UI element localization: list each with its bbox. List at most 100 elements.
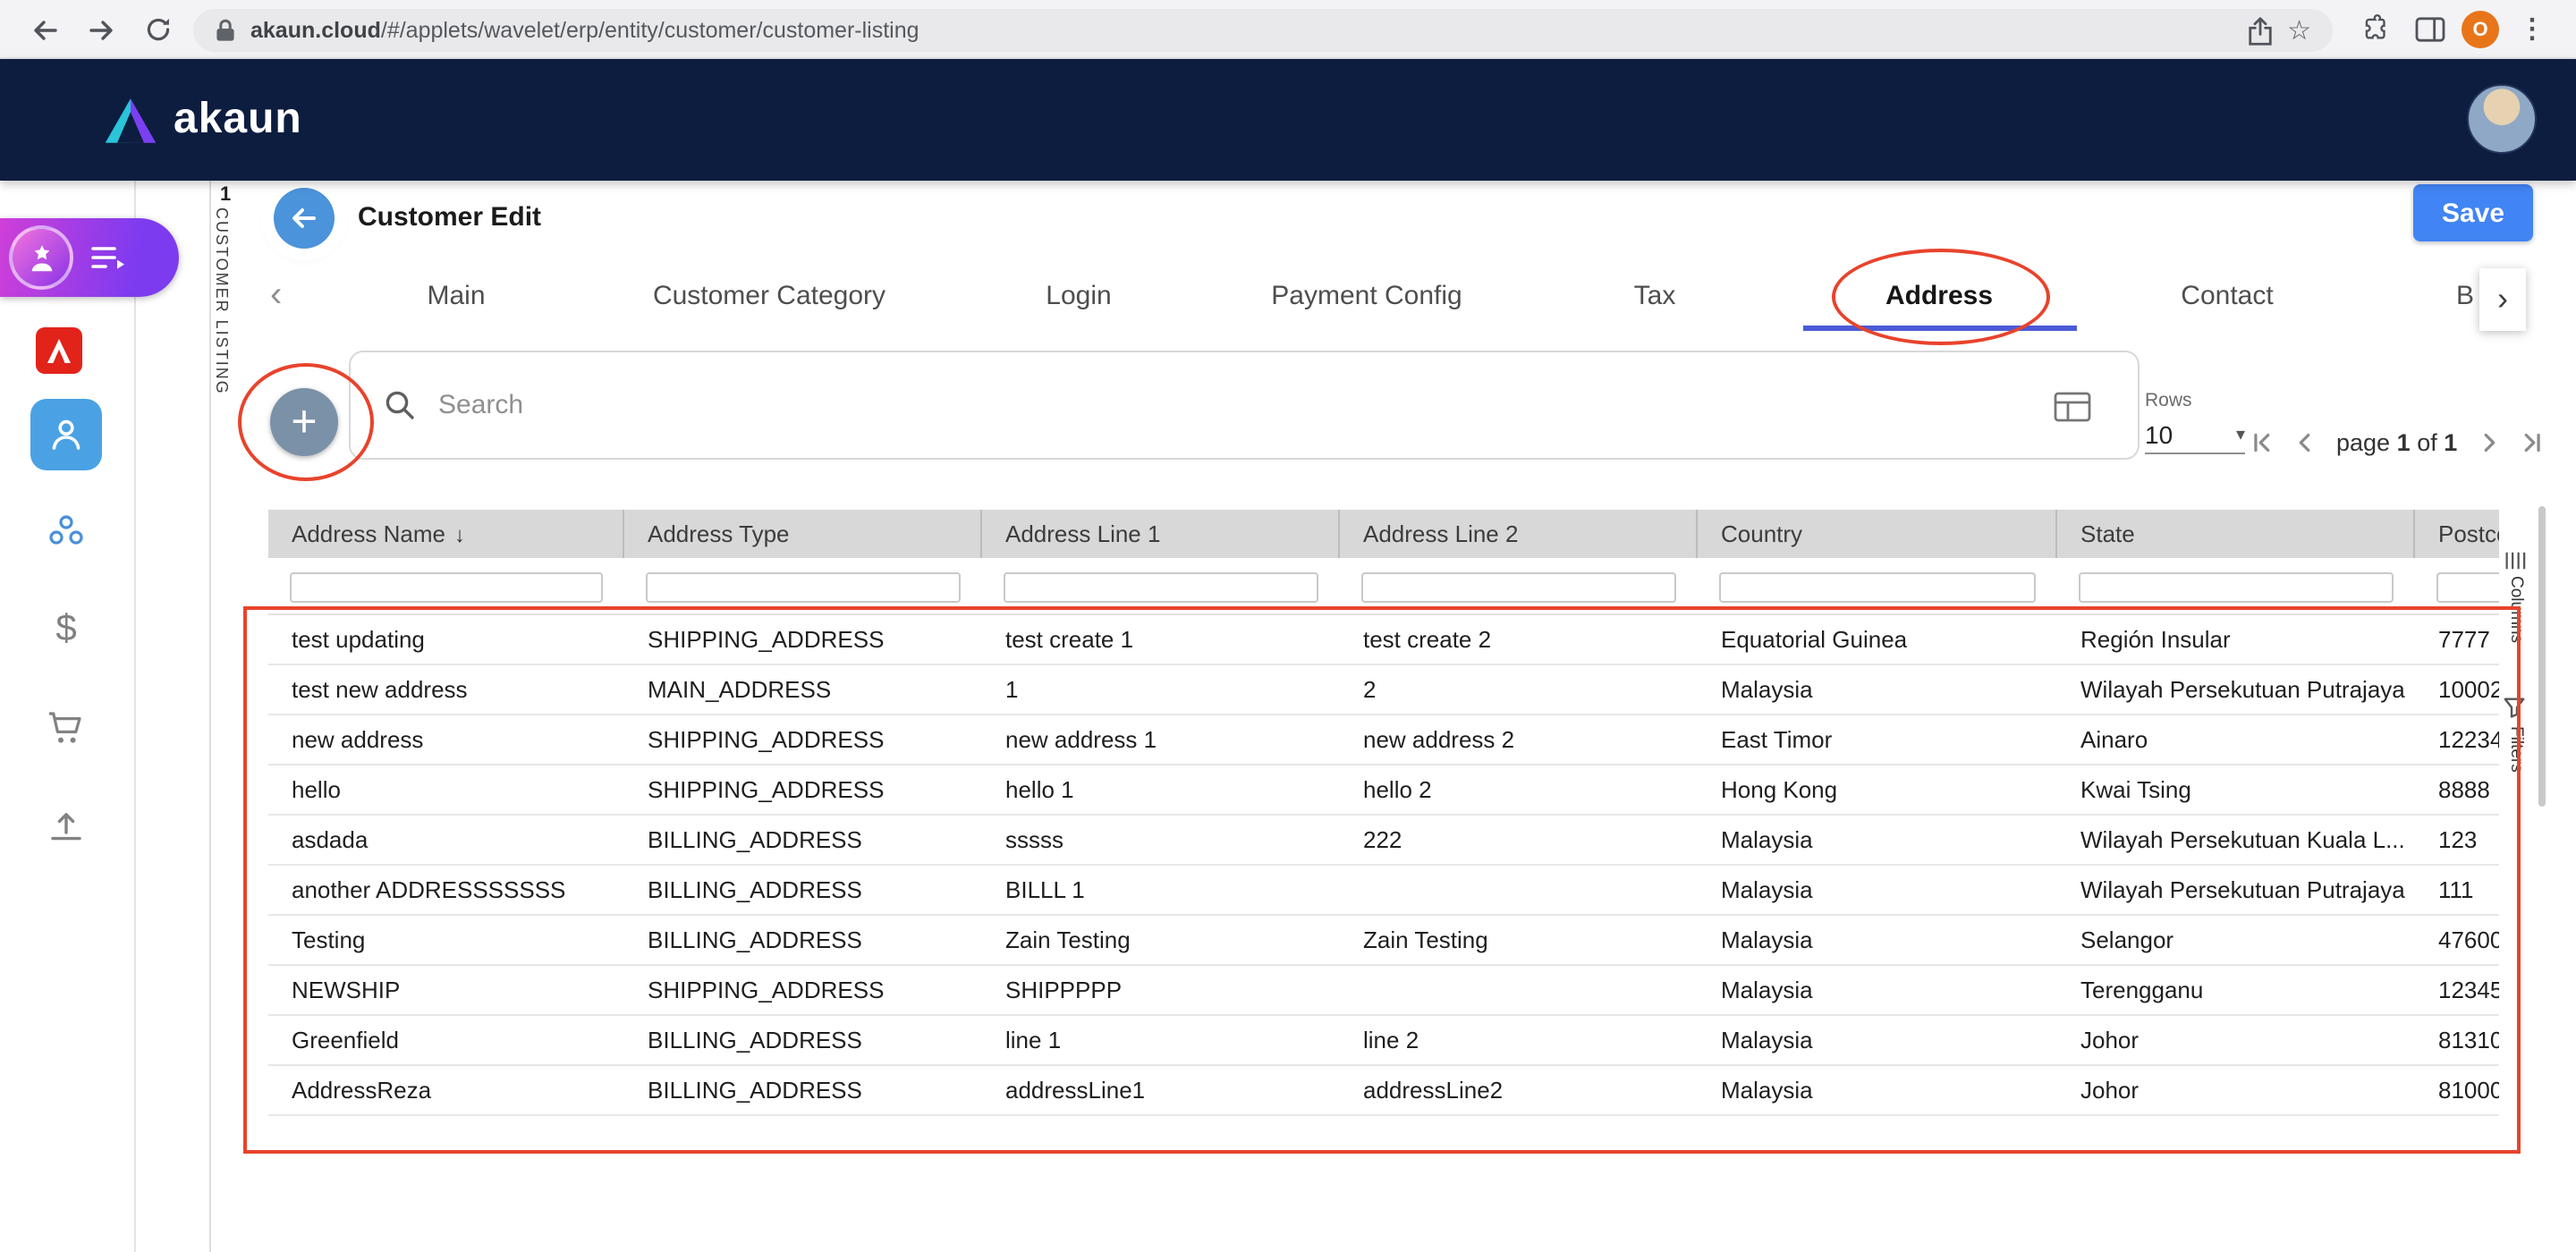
table-row[interactable]: new addressSHIPPING_ADDRESSnew address 1…: [268, 715, 2499, 766]
tab-customer-category[interactable]: Customer Category: [653, 281, 886, 311]
overflow-menu-icon: ⋮: [2519, 16, 2546, 43]
tab-address[interactable]: Address: [1885, 281, 1993, 311]
user-avatar[interactable]: [2467, 84, 2537, 154]
table-cell: NEWSHIP: [268, 966, 624, 1014]
sidebar-item-group[interactable]: [45, 510, 88, 553]
group-icon: [45, 510, 88, 553]
filter-cell: [1340, 558, 1698, 613]
column-header[interactable]: State: [2057, 510, 2415, 558]
browser-reload-button[interactable]: [140, 11, 177, 48]
sidebar-item-upload[interactable]: [45, 805, 88, 848]
table-cell: Zain Testing: [1340, 916, 1698, 964]
table-cell: SHIPPING_ADDRESS: [624, 615, 982, 664]
columns-panel-label[interactable]: Columns: [2506, 576, 2526, 643]
tab-login[interactable]: Login: [1046, 281, 1111, 311]
table-row[interactable]: test new addressMAIN_ADDRESS12MalaysiaWi…: [268, 665, 2499, 715]
sidebar-item-customer[interactable]: [30, 399, 102, 470]
share-button[interactable]: [2246, 15, 2273, 46]
side-panel-icon: [2415, 16, 2445, 43]
back-button[interactable]: [274, 188, 335, 249]
table-view-toggle[interactable]: [2054, 392, 2091, 431]
table-row[interactable]: AddressRezaBILLING_ADDRESSaddressLine1ad…: [268, 1066, 2499, 1116]
table-row[interactable]: asdadaBILLING_ADDRESSsssss222MalaysiaWil…: [268, 816, 2499, 866]
sidebar-item-customer-applet[interactable]: [0, 218, 179, 297]
table-cell: Johor: [2057, 1066, 2415, 1114]
table-row[interactable]: GreenfieldBILLING_ADDRESSline 1line 2Mal…: [268, 1016, 2499, 1066]
table-cell: 12234: [2415, 715, 2499, 764]
tab-contact[interactable]: Contact: [2181, 281, 2273, 311]
bookmark-star-icon[interactable]: ☆: [2287, 17, 2311, 44]
tabs-scroll-right-button[interactable]: ›: [2479, 268, 2526, 331]
extensions-button[interactable]: [2358, 11, 2395, 48]
vertical-scrollbar[interactable]: [2538, 506, 2546, 807]
caret-down-icon: ▾: [2236, 425, 2245, 444]
table-cell: 2: [1340, 665, 1698, 714]
active-tab-underline: [1803, 326, 2077, 331]
column-filter-input[interactable]: [1004, 571, 1318, 602]
first-page-button[interactable]: [2247, 426, 2279, 458]
column-filter-input[interactable]: [290, 571, 603, 602]
table-row[interactable]: another ADDRESSSSSSSBILLING_ADDRESSBILLL…: [268, 866, 2499, 916]
sidebar-item-finance[interactable]: $: [45, 608, 88, 651]
filters-panel-toggle[interactable]: [2503, 696, 2526, 728]
column-filter-input[interactable]: [1361, 571, 1676, 602]
table-cell: 81000: [2415, 1066, 2499, 1114]
first-page-icon: [2248, 427, 2278, 457]
search-input[interactable]: [435, 388, 1902, 422]
save-button[interactable]: Save: [2413, 184, 2533, 241]
akaun-logo: akaun: [104, 95, 302, 145]
browser-forward-button[interactable]: [82, 11, 120, 48]
column-header[interactable]: Country: [1698, 510, 2057, 558]
table-cell: test create 1: [982, 615, 1340, 664]
app-header: akaun: [0, 59, 2576, 181]
sidebar-item-pdf[interactable]: [36, 327, 82, 374]
browser-back-button[interactable]: [25, 11, 63, 48]
add-address-button[interactable]: +: [270, 388, 338, 456]
rail-index: 1: [220, 184, 231, 206]
next-page-button[interactable]: [2473, 426, 2505, 458]
filters-panel-label[interactable]: Filters: [2506, 726, 2526, 773]
tab-payment-config[interactable]: Payment Config: [1271, 281, 1462, 311]
table-cell: Wilayah Persekutuan Kuala L...: [2057, 816, 2415, 864]
lock-icon: [215, 18, 236, 43]
column-header[interactable]: Address Type: [624, 510, 982, 558]
column-header[interactable]: Postcode: [2415, 510, 2499, 558]
table-cell: 123: [2415, 816, 2499, 864]
column-filter-input[interactable]: [646, 571, 961, 602]
table-cell: East Timor: [1698, 715, 2057, 764]
column-header[interactable]: Address Line 1: [982, 510, 1340, 558]
browser-profile-avatar[interactable]: O: [2462, 11, 2499, 48]
tab-tax[interactable]: Tax: [1634, 281, 1676, 311]
browser-menu-button[interactable]: ⋮: [2513, 11, 2551, 48]
table-row[interactable]: NEWSHIPSHIPPING_ADDRESSSHIPPPPPMalaysiaT…: [268, 966, 2499, 1016]
column-header[interactable]: Address Line 2: [1340, 510, 1698, 558]
person-icon: [45, 413, 88, 456]
url-bar[interactable]: akaun.cloud/#/applets/wavelet/erp/entity…: [193, 9, 2333, 52]
share-icon: [2246, 15, 2273, 46]
table-row[interactable]: test updatingSHIPPING_ADDRESStest create…: [268, 615, 2499, 665]
arrow-right-icon: [85, 13, 117, 46]
column-filter-input[interactable]: [1719, 571, 2036, 602]
tabs-scroll-left-icon[interactable]: ‹: [270, 275, 282, 317]
column-header[interactable]: Address Name↓: [268, 510, 624, 558]
table-view-icon: [2054, 392, 2091, 422]
last-page-button[interactable]: [2514, 426, 2546, 458]
column-filter-input[interactable]: [2436, 571, 2499, 602]
table-row[interactable]: helloSHIPPING_ADDRESShello 1hello 2Hong …: [268, 766, 2499, 816]
filter-cell: [624, 558, 982, 613]
sidebar-item-cart[interactable]: [45, 706, 88, 749]
tab-main[interactable]: Main: [427, 281, 485, 311]
table-cell: hello 2: [1340, 766, 1698, 814]
table-cell: 47600: [2415, 916, 2499, 964]
sort-desc-icon[interactable]: ↓: [454, 521, 465, 546]
tab-b[interactable]: B: [2456, 281, 2474, 311]
previous-page-button[interactable]: [2288, 426, 2320, 458]
chevron-right-icon: [2474, 427, 2504, 457]
applet-list-icon: [89, 243, 125, 272]
column-filter-input[interactable]: [2079, 571, 2394, 602]
table-row[interactable]: TestingBILLING_ADDRESSZain TestingZain T…: [268, 916, 2499, 966]
screenshot-root: akaun.cloud/#/applets/wavelet/erp/entity…: [0, 0, 2576, 1252]
side-panel-button[interactable]: [2411, 11, 2449, 48]
rows-per-page-select[interactable]: 10 ▾: [2145, 417, 2245, 454]
puzzle-icon: [2361, 14, 2392, 45]
